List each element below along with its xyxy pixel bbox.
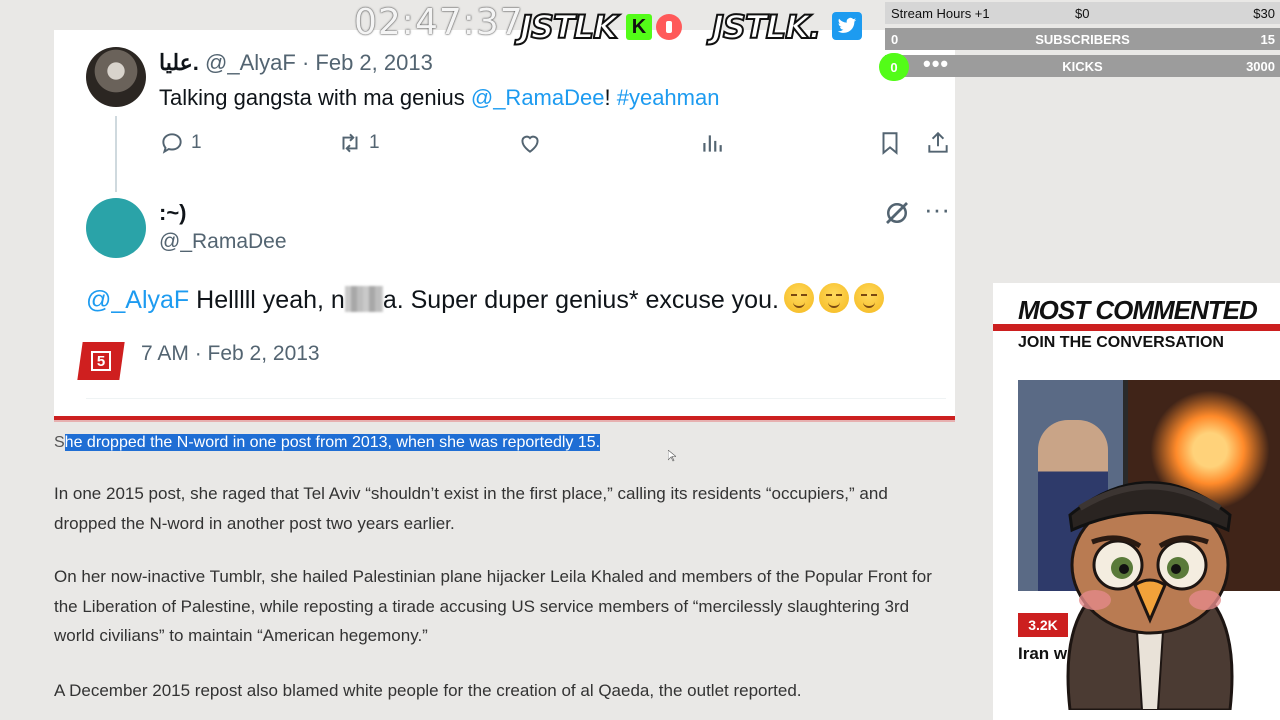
analytics-icon (703, 135, 722, 152)
tweet-text-part: Talking gangsta with ma genius (159, 85, 471, 110)
censor-blur (344, 286, 383, 312)
image-caption[interactable]: She dropped the N-word in one post from … (54, 434, 601, 452)
sidebar-title: MOST COMMENTED (1018, 295, 1258, 325)
smirk-emoji-icon (783, 283, 814, 313)
numbered-badge: 5 (77, 342, 125, 380)
selected-text: he dropped the N-word in one post from 2… (64, 434, 601, 451)
goal-target: 15 (1260, 32, 1275, 47)
reply-icon (162, 133, 182, 154)
kicks-goal: 0 ••• KICKS 3000 (879, 53, 1280, 81)
share-icon (928, 131, 948, 153)
goal-label: Stream Hours +1 (891, 6, 990, 21)
twitter-bird-icon (832, 12, 862, 40)
tweet-author-handle[interactable]: @_AlyaF (205, 50, 296, 75)
goal-amount: $0 (1075, 6, 1090, 21)
goal-label: SUBSCRIBERS (1035, 32, 1130, 47)
heart-icon (521, 135, 539, 153)
share-button[interactable] (925, 130, 951, 156)
separator-dot: · (301, 50, 310, 75)
tweet-author-name[interactable]: عليا. (159, 50, 199, 75)
retweet-count: 1 (369, 132, 380, 153)
stream-screen: عليا. @_AlyaF · Feb 2, 2013 Talking gang… (0, 0, 1280, 720)
tweet-text-part: a. Super duper genius* excuse you. (382, 286, 779, 314)
tweet-author-handle[interactable]: @_RamaDee (159, 230, 287, 254)
channel-brand-right: JSTLK. (711, 7, 822, 47)
tweet-text-part: Helllll yeah, n (189, 286, 345, 314)
hashtag-link[interactable]: #yeahman (617, 85, 720, 110)
stream-goals-panel: Stream Hours +1 $0 $30 0 SUBSCRIBERS 15 … (879, 2, 1280, 81)
channel-brand-left: JSTLK (519, 7, 619, 47)
tweet-actions: 1 1 (159, 130, 951, 164)
sidebar-rule (993, 324, 1280, 331)
sidebar-subtitle: JOIN THE CONVERSATION (1018, 334, 1224, 351)
more-options-icon[interactable]: ··· (922, 196, 952, 228)
retweet-button[interactable]: 1 (337, 130, 380, 156)
caption-rule (54, 416, 955, 422)
goal-target: $30 (1253, 6, 1275, 21)
grok-icon[interactable] (882, 198, 912, 228)
embedded-tweet-card: عليا. @_AlyaF · Feb 2, 2013 Talking gang… (54, 30, 955, 416)
stream-hours-goal: Stream Hours +1 $0 $30 (885, 2, 1280, 24)
mascot-owl-icon (1066, 481, 1234, 710)
tweet-author-name[interactable]: :~) (159, 200, 187, 226)
like-button[interactable] (517, 130, 543, 156)
retweet-icon (342, 133, 358, 153)
caption-first-letter: S (54, 434, 65, 451)
subscribers-goal: 0 SUBSCRIBERS 15 (885, 28, 1280, 50)
reply-count: 1 (191, 132, 202, 153)
kick-logo-letter: K (631, 15, 647, 38)
tweet-text: @_AlyaF Helllll yeah, n a. Super duper ge… (86, 283, 884, 315)
cursor-icon (668, 450, 676, 462)
tweet-text: Talking gangsta with ma genius @_RamaDee… (159, 85, 719, 111)
smirk-emoji-icon (818, 283, 849, 313)
avatar[interactable] (86, 47, 146, 107)
kick-logo-icon: K (626, 14, 652, 40)
article-paragraph: On her now-inactive Tumblr, she hailed P… (54, 567, 932, 645)
views-button[interactable] (699, 130, 725, 156)
tweet-timestamp[interactable]: 7 AM · Feb 2, 2013 (104, 342, 320, 366)
bookmark-button[interactable] (877, 130, 903, 156)
goal-target: 3000 (1246, 59, 1275, 74)
badge-number: 5 (91, 351, 111, 371)
thread-line (115, 116, 117, 192)
tweet-date[interactable]: Feb 2, 2013 (315, 50, 432, 75)
avatar[interactable] (86, 198, 146, 258)
goal-label: KICKS (1062, 59, 1103, 74)
reply-button[interactable]: 1 (159, 130, 202, 156)
smirk-emoji-icon (853, 283, 884, 313)
stream-clock: 02:47:37 (354, 2, 524, 43)
article-paragraph: A December 2015 repost also blamed white… (54, 681, 802, 700)
tweet-header: عليا. @_AlyaF · Feb 2, 2013 (159, 50, 433, 76)
bookmark-icon (882, 132, 898, 155)
divider (86, 398, 946, 399)
tweet-text-part: ! (604, 85, 617, 110)
mention-link[interactable]: @_RamaDee (471, 85, 605, 110)
record-logo-icon (656, 14, 682, 40)
article-paragraph: In one 2015 post, she raged that Tel Avi… (54, 484, 888, 533)
mention-link[interactable]: @_AlyaF (86, 286, 189, 314)
